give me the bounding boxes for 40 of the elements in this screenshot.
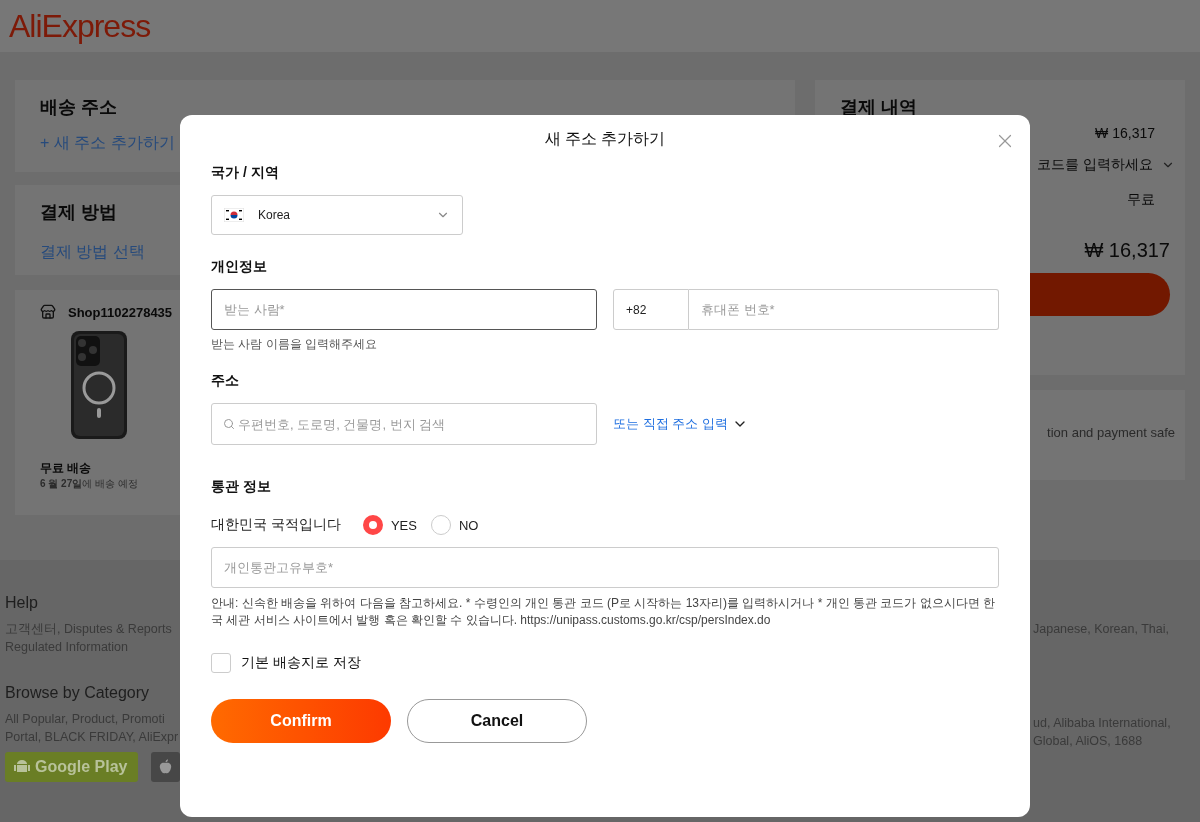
checkbox-label: 기본 배송지로 저장 — [241, 654, 361, 672]
shipping-label: 무료 배송 — [40, 460, 92, 476]
section-title: 배송 주소 — [40, 96, 117, 119]
shop-name: Shop1102278435 — [68, 304, 173, 320]
footer-heading: Browse by Category — [5, 683, 150, 703]
field-label: 국가 / 지역 — [211, 163, 280, 181]
field-label: 주소 — [211, 371, 240, 389]
apple-icon — [159, 759, 172, 775]
recipient-name-field[interactable]: 받는 사람* — [211, 289, 597, 330]
country-code-field[interactable]: +82 — [613, 289, 689, 330]
shipping-value: 무료 — [1127, 191, 1155, 209]
logo: AliExpress — [9, 7, 151, 45]
customs-code-field[interactable]: 개인통관고유부호* — [211, 547, 999, 588]
dialog-title: 새 주소 추가하기 — [543, 128, 667, 149]
safety-text: tion and payment safe — [1047, 424, 1175, 440]
address-search-field[interactable]: 우편번호, 도로명, 건물명, 번지 검색 — [211, 403, 597, 445]
checkbox[interactable] — [211, 653, 231, 673]
footer-heading: Help — [5, 593, 38, 613]
field-label: 개인정보 — [211, 257, 268, 275]
phone-number-field[interactable]: 휴대폰 번호* — [689, 289, 999, 330]
section-title: 결제 내역 — [839, 96, 917, 119]
store-icon — [40, 304, 56, 320]
confirm-button[interactable]: Confirm — [211, 699, 391, 743]
app-store-badge[interactable] — [151, 752, 180, 782]
radio-option[interactable]: YES — [362, 515, 417, 535]
radio-option[interactable]: NO — [430, 515, 479, 535]
manual-address-link[interactable]: 또는 직접 주소 입력 — [613, 415, 748, 433]
field-label: 통관 정보 — [211, 477, 272, 495]
flag-icon — [224, 208, 244, 222]
section-title: 결제 방법 — [40, 201, 117, 224]
cancel-button[interactable]: Cancel — [407, 699, 587, 743]
checkout-button[interactable] — [1030, 273, 1170, 316]
search-icon — [223, 418, 235, 430]
nationality-question: 대한민국 국적입니다 — [211, 516, 341, 534]
promo-code-link[interactable]: 코드를 입력하세요 — [1037, 156, 1153, 174]
country-select[interactable]: Korea — [211, 195, 463, 235]
total-value: ₩ 16,317 — [1084, 238, 1170, 262]
subtotal-value: ₩ 16,317 — [1095, 125, 1155, 141]
field-hint: 받는 사람 이름을 입력해주세요 — [211, 336, 378, 352]
customs-notice: 안내: 신속한 배송을 위하여 다음을 참고하세요. * 수령인의 개인 통관 코드 (P로 시작하는 13자리)를 입력하시거나 * 개인 통관 코드가 없으시다면 한국 세관 서비스 사이트에서 발행 혹은 확인할 수 있습니다. https://unipass.customs.go.kr/csp/persIndex.do — [211, 595, 997, 629]
